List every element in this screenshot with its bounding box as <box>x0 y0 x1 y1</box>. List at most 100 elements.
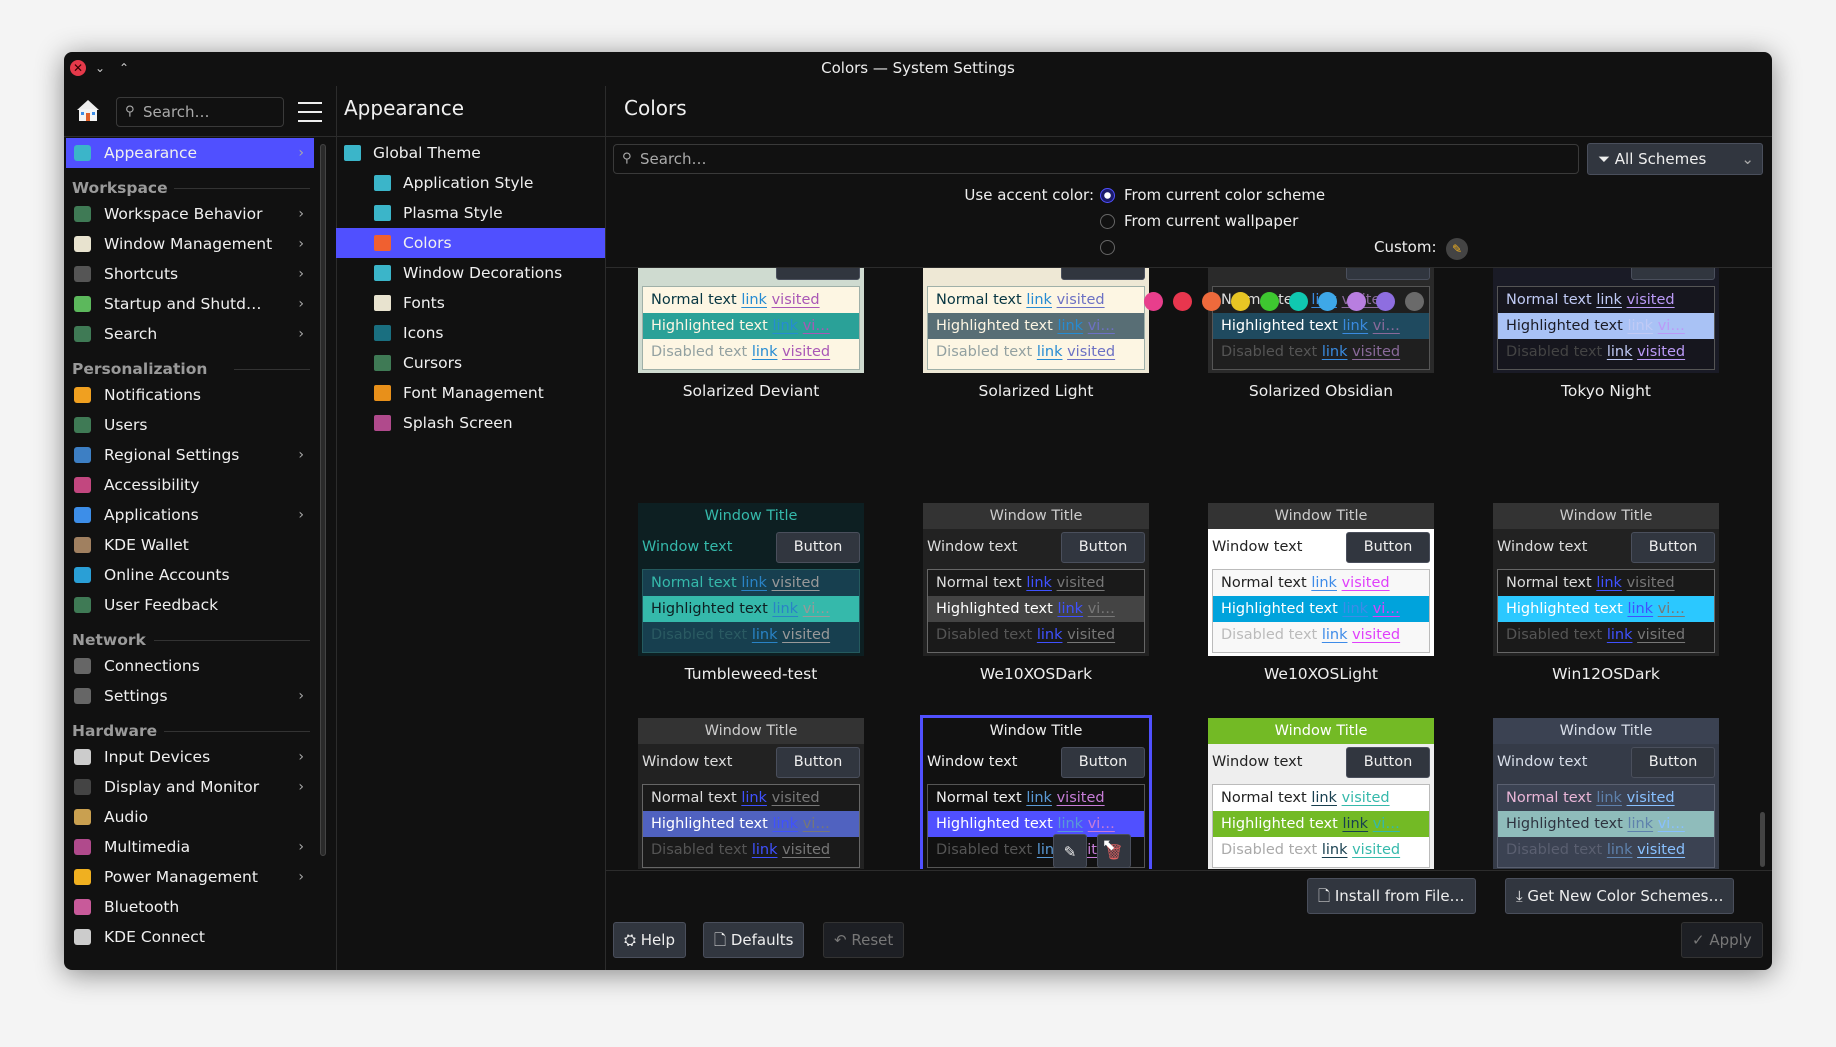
sidebar-item-startup-and-shutd-[interactable]: Startup and Shutd… › <box>66 289 314 319</box>
home-icon[interactable] <box>76 98 100 122</box>
globe-icon <box>74 567 91 583</box>
category-item-window-decorations[interactable]: Window Decorations <box>336 258 605 288</box>
sidebar-item-notifications[interactable]: Notifications <box>66 380 314 410</box>
sidebar-item-input-devices[interactable]: Input Devices › <box>66 742 314 772</box>
minimize-icon[interactable]: ⌄ <box>92 60 108 76</box>
section-label: Hardware <box>72 722 158 740</box>
preview-visited: vi… <box>1087 816 1115 832</box>
accent-swatch[interactable] <box>1260 292 1279 311</box>
close-icon[interactable]: ✕ <box>70 60 86 76</box>
preview-highlighted-text: Highlighted text <box>1221 318 1338 334</box>
preview-button: Button <box>1631 747 1715 778</box>
preview-normal-row: Normal text link visited <box>1498 287 1714 313</box>
sidebar-item-appearance[interactable]: Appearance › <box>66 138 314 168</box>
sidebar-item-user-feedback[interactable]: User Feedback <box>66 590 314 620</box>
sidebar-item-settings[interactable]: Settings › <box>66 681 314 711</box>
color-scheme-card[interactable]: Window TitleWindow textButtonNormal text… <box>638 718 864 869</box>
accent-radio-wallpaper[interactable] <box>1100 214 1115 229</box>
edit-scheme-button[interactable]: ✎ <box>1053 834 1087 868</box>
category-item-global-theme[interactable]: Global Theme <box>336 138 605 168</box>
check-icon: ✓ <box>1692 931 1710 949</box>
multimedia-icon <box>74 839 91 855</box>
preview-window-row: Window text Button <box>638 744 864 780</box>
hamburger-menu-icon[interactable] <box>298 100 322 122</box>
accent-swatch[interactable] <box>1347 292 1366 311</box>
sidebar-item-bluetooth[interactable]: Bluetooth <box>66 892 314 922</box>
accent-swatch[interactable] <box>1405 292 1424 311</box>
accent-swatch[interactable] <box>1318 292 1337 311</box>
category-item-font-management[interactable]: Font Management <box>336 378 605 408</box>
preview-disabled-text: Disabled text <box>1221 627 1318 643</box>
sidebar-item-online-accounts[interactable]: Online Accounts <box>66 560 314 590</box>
sidebar-item-shortcuts[interactable]: Shortcuts › <box>66 259 314 289</box>
sidebar-item-workspace-behavior[interactable]: Workspace Behavior › <box>66 199 314 229</box>
sidebar-item-display-and-monitor[interactable]: Display and Monitor › <box>66 772 314 802</box>
color-scheme-card[interactable]: Window TitleWindow textButtonNormal text… <box>923 268 1149 373</box>
preview-view: Normal text link visitedHighlighted text… <box>642 286 860 370</box>
sidebar-item-multimedia[interactable]: Multimedia › <box>66 832 314 862</box>
sidebar-item-label: Shortcuts <box>104 265 179 283</box>
color-scheme-card[interactable]: Window TitleWindow textButtonNormal text… <box>638 268 864 373</box>
accent-swatch[interactable] <box>1231 292 1250 311</box>
color-scheme-card[interactable]: Window TitleWindow textButtonNormal text… <box>1208 503 1434 656</box>
sidebar-scrollbar[interactable] <box>320 144 326 856</box>
color-scheme-card[interactable]: Window TitleWindow textButtonNormal text… <box>638 503 864 656</box>
maximize-icon[interactable]: ⌃ <box>116 60 132 76</box>
defaults-label: Defaults <box>730 931 794 949</box>
sidebar-item-window-management[interactable]: Window Management › <box>66 229 314 259</box>
sidebar-item-kde-wallet[interactable]: KDE Wallet <box>66 530 314 560</box>
category-item-colors[interactable]: Colors <box>336 228 605 258</box>
accent-swatch[interactable] <box>1202 292 1221 311</box>
chevron-right-icon: › <box>298 296 304 312</box>
color-scheme-card[interactable]: Window TitleWindow textButtonNormal text… <box>923 503 1149 656</box>
accent-radio-scheme[interactable] <box>1100 188 1115 203</box>
sidebar-item-regional-settings[interactable]: Regional Settings › <box>66 440 314 470</box>
chevron-right-icon: › <box>298 688 304 704</box>
category-item-plasma-style[interactable]: Plasma Style <box>336 198 605 228</box>
category-item-splash-screen[interactable]: Splash Screen <box>336 408 605 438</box>
accent-option-scheme[interactable]: From current color scheme <box>1124 186 1325 204</box>
sidebar-item-connections[interactable]: Connections <box>66 651 314 681</box>
accent-swatch[interactable] <box>1376 292 1395 311</box>
preview-disabled-row: Disabled text link visited <box>1213 622 1429 648</box>
category-item-fonts[interactable]: Fonts <box>336 288 605 318</box>
sidebar-item-kde-connect[interactable]: KDE Connect <box>66 922 314 952</box>
preview-disabled-row: Disabled text link visited <box>643 622 859 648</box>
scheme-search-input[interactable]: ⚲ Search… <box>613 144 1579 174</box>
sidebar-item-audio[interactable]: Audio <box>66 802 314 832</box>
apply-button[interactable]: ✓ Apply <box>1681 922 1763 958</box>
color-scheme-card[interactable]: Window TitleWindow textButtonNormal text… <box>1493 503 1719 656</box>
category-item-cursors[interactable]: Cursors <box>336 348 605 378</box>
preview-visited: visited <box>1341 790 1390 806</box>
preview-visited: visited <box>1352 842 1401 858</box>
color-picker-icon[interactable]: ✎ <box>1446 238 1468 260</box>
grid-scrollbar[interactable] <box>1760 812 1765 867</box>
category-item-label: Icons <box>403 324 444 342</box>
preview-highlighted-row: Highlighted text link vi… <box>643 596 859 622</box>
filter-dropdown[interactable]: ⏷ All Schemes ⌄ <box>1587 143 1763 175</box>
install-from-file-button[interactable]: 🗋 Install from File… <box>1307 878 1476 914</box>
sidebar-item-search[interactable]: Search › <box>66 319 314 349</box>
sidebar-item-applications[interactable]: Applications › <box>66 500 314 530</box>
color-scheme-card[interactable]: Window TitleWindow textButtonNormal text… <box>1208 268 1434 373</box>
sidebar-item-accessibility[interactable]: Accessibility <box>66 470 314 500</box>
color-scheme-card[interactable]: Window TitleWindow textButtonNormal text… <box>1208 718 1434 869</box>
get-new-schemes-button[interactable]: ⤓ Get New Color Schemes… <box>1505 878 1735 914</box>
sidebar-item-users[interactable]: Users <box>66 410 314 440</box>
sidebar-search-input[interactable]: ⚲ Search… <box>116 97 284 127</box>
accent-swatch[interactable] <box>1144 292 1163 311</box>
reset-button[interactable]: ↶ Reset <box>823 922 905 958</box>
accent-swatch[interactable] <box>1173 292 1192 311</box>
color-scheme-card[interactable]: Window TitleWindow textButtonNormal text… <box>1493 718 1719 869</box>
color-scheme-card[interactable]: Window TitleWindow textButtonNormal text… <box>1493 268 1719 373</box>
help-button[interactable]: ⛭ Help <box>613 922 686 958</box>
category-item-icons[interactable]: Icons <box>336 318 605 348</box>
accent-swatch[interactable] <box>1289 292 1308 311</box>
preview-normal-text: Normal text <box>651 575 737 591</box>
category-item-application-style[interactable]: Application Style <box>336 168 605 198</box>
accent-radio-custom[interactable] <box>1100 240 1115 255</box>
preview-visited: vi… <box>1372 816 1400 832</box>
preview-button: Button <box>776 532 860 563</box>
sidebar-item-power-management[interactable]: Power Management › <box>66 862 314 892</box>
defaults-button[interactable]: 🗋 Defaults <box>703 922 805 958</box>
